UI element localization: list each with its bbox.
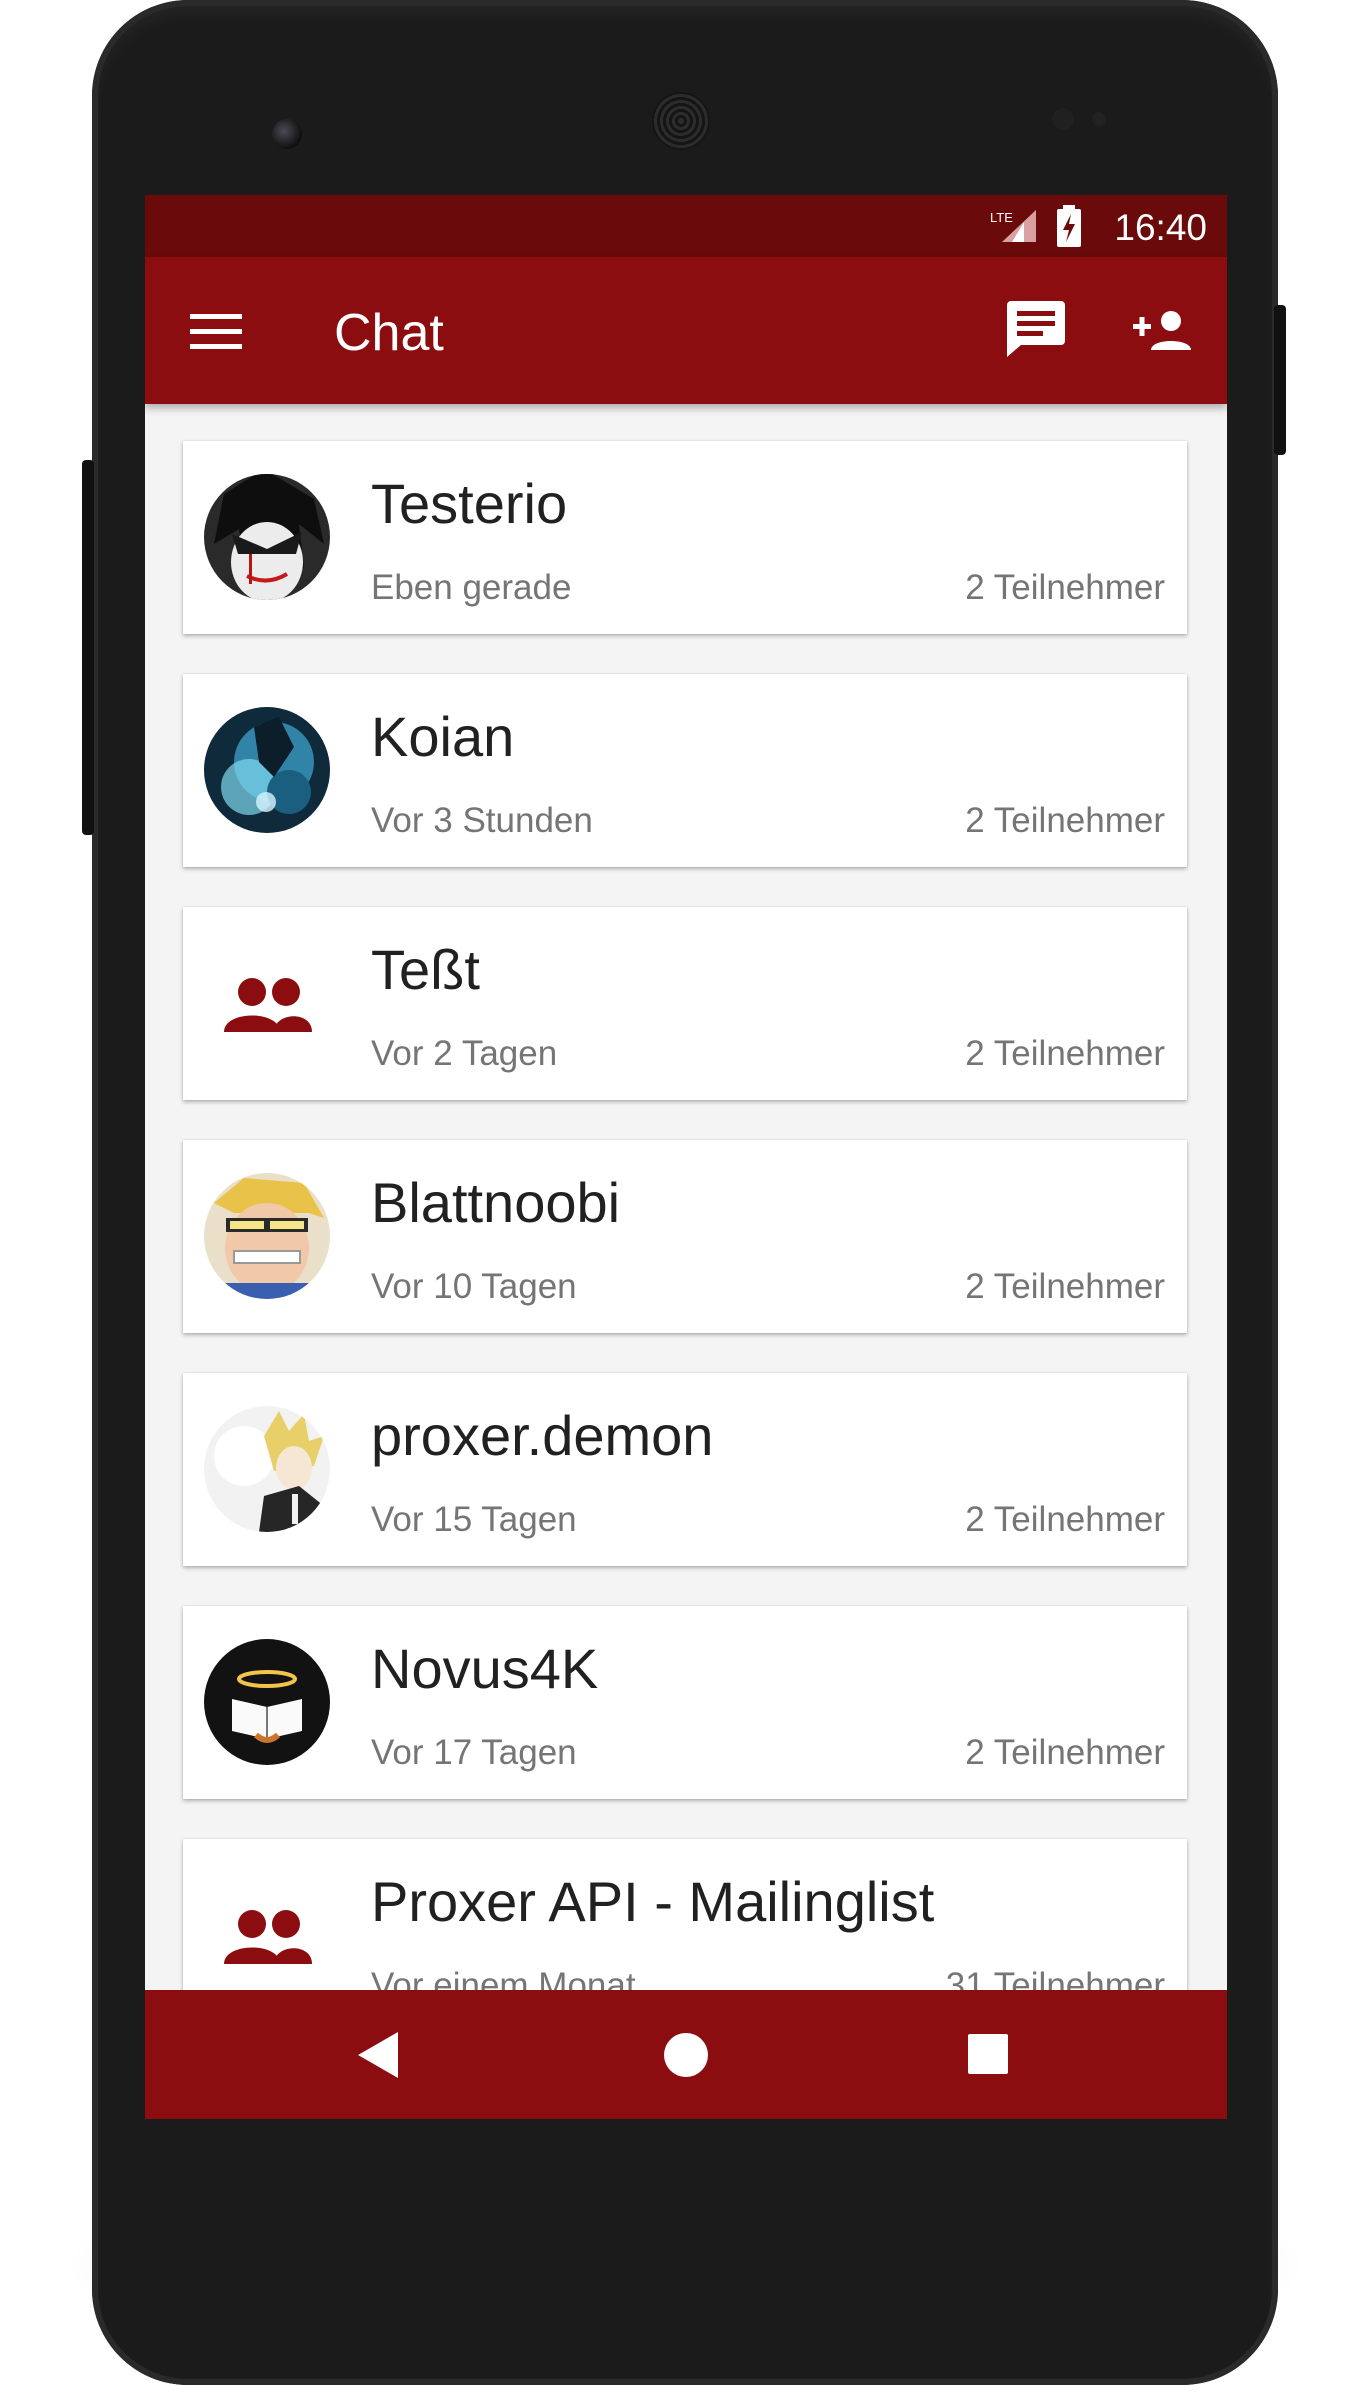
recents-icon[interactable] (968, 2034, 1008, 2079)
back-icon[interactable] (358, 2032, 402, 2083)
menu-icon[interactable] (190, 314, 242, 355)
group-icon (204, 940, 330, 1066)
conversation-time: Vor 2 Tagen (371, 1034, 558, 1073)
conversation-item[interactable]: Testerio Eben gerade 2 Teilnehmer (183, 441, 1187, 634)
sensor-icon (1092, 112, 1106, 126)
page-title: Chat (334, 304, 444, 362)
conversation-name: Koian (371, 705, 515, 768)
person-add-icon[interactable] (1133, 310, 1191, 355)
participant-count: 2 Teilnehmer (965, 568, 1165, 607)
participant-count: 2 Teilnehmer (965, 1733, 1165, 1772)
volume-button (82, 460, 94, 835)
group-icon (204, 1872, 330, 1990)
conversation-name: proxer.demon (371, 1404, 714, 1467)
avatar (204, 1639, 330, 1765)
status-bar: LTE 16:40 (145, 195, 1227, 257)
conversation-item[interactable]: Teßt Vor 2 Tagen 2 Teilnehmer (183, 907, 1187, 1100)
battery-charging-icon (1057, 205, 1081, 247)
conversation-time: Vor 10 Tagen (371, 1267, 577, 1306)
conversation-name: Novus4K (371, 1637, 599, 1700)
lte-signal-icon: LTE (990, 210, 1036, 242)
conversation-name: Blattnoobi (371, 1171, 621, 1234)
avatar (204, 707, 330, 833)
network-label: LTE (990, 210, 1013, 225)
participant-count: 2 Teilnehmer (965, 1267, 1165, 1306)
avatar (204, 1406, 330, 1532)
screen: LTE 16:40 Chat Testerio Eben gerade 2 Te… (145, 195, 1227, 2119)
navigation-bar (145, 1990, 1227, 2119)
chat-icon[interactable] (1007, 301, 1065, 362)
conversation-name: Proxer API - Mailinglist (371, 1870, 935, 1933)
conversation-item[interactable]: Proxer API - Mailinglist Vor einem Monat… (183, 1839, 1187, 1990)
conversation-time: Vor einem Monat (371, 1966, 636, 1990)
conversation-item[interactable]: Novus4K Vor 17 Tagen 2 Teilnehmer (183, 1606, 1187, 1799)
conversation-time: Eben gerade (371, 568, 572, 607)
avatar (204, 474, 330, 600)
conversation-item[interactable]: proxer.demon Vor 15 Tagen 2 Teilnehmer (183, 1373, 1187, 1566)
status-time: 16:40 (1114, 207, 1207, 248)
conversation-item[interactable]: Blattnoobi Vor 10 Tagen 2 Teilnehmer (183, 1140, 1187, 1333)
avatar (204, 1173, 330, 1299)
sensor-icon (1052, 108, 1074, 130)
conversation-time: Vor 17 Tagen (371, 1733, 577, 1772)
conversation-name: Teßt (371, 938, 480, 1001)
participant-count: 2 Teilnehmer (965, 1500, 1165, 1539)
home-icon[interactable] (663, 2032, 709, 2083)
speaker-grille (652, 92, 710, 150)
conversation-name: Testerio (371, 472, 568, 535)
toolbar: Chat (145, 257, 1227, 404)
conversation-list[interactable]: Testerio Eben gerade 2 Teilnehmer Koian … (145, 404, 1227, 1990)
conversation-time: Vor 3 Stunden (371, 801, 593, 840)
front-camera-icon (272, 119, 302, 149)
conversation-time: Vor 15 Tagen (371, 1500, 577, 1539)
conversation-item[interactable]: Koian Vor 3 Stunden 2 Teilnehmer (183, 674, 1187, 867)
participant-count: 31 Teilnehmer (945, 1966, 1165, 1990)
participant-count: 2 Teilnehmer (965, 1034, 1165, 1073)
power-button (1274, 305, 1286, 455)
participant-count: 2 Teilnehmer (965, 801, 1165, 840)
